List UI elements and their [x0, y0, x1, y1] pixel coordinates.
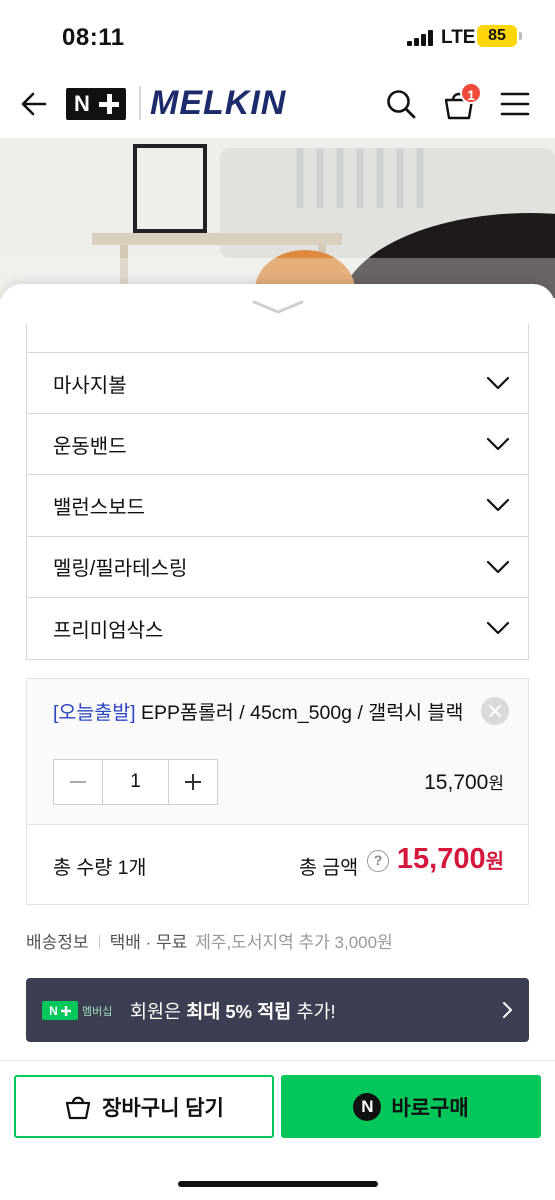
product-page: 08:11 LTE 85 N MELKIN 1 마사지볼 운동밴드 밸런스보드 … [0, 0, 555, 1200]
option-label: 멜링/필라테스링 [53, 558, 188, 581]
total-amount-unit: 원 [485, 851, 504, 873]
add-to-cart-button[interactable]: 장바구니 담기 [14, 1075, 274, 1138]
shipping-label: 배송정보 [26, 933, 89, 952]
brand-logo[interactable]: MELKIN [150, 84, 286, 123]
option-label: 운동밴드 [53, 435, 127, 458]
chevron-down-icon [486, 621, 510, 634]
increase-quantity-button[interactable] [169, 760, 217, 804]
chevron-down-icon [486, 560, 510, 573]
naver-plus-logo[interactable]: N [66, 88, 126, 120]
selected-item-title: [오늘출발] EPP폼롤러 / 45cm_500g / 갤럭시 블랙 [53, 699, 473, 727]
divider [98, 935, 100, 949]
remove-item-icon[interactable] [481, 697, 509, 725]
option-category-exercise-band[interactable]: 운동밴드 [27, 414, 528, 476]
option-category-balance-board[interactable]: 밸런스보드 [27, 475, 528, 537]
total-quantity-value: 1 [117, 857, 129, 879]
naver-plus-mini-logo: N [42, 1001, 78, 1020]
quantity-stepper: 1 [53, 759, 218, 805]
buy-now-label: 바로구매 [391, 1096, 469, 1120]
chevron-right-icon [499, 1001, 515, 1019]
help-question-icon[interactable]: ? [367, 850, 389, 872]
sheet-collapse-handle-icon[interactable] [250, 298, 306, 316]
chevron-down-icon [486, 438, 510, 451]
shopping-bag-icon [66, 1096, 91, 1119]
total-quantity-unit: 개 [128, 857, 147, 879]
product-image [0, 138, 555, 298]
shipping-info: 배송정보 택배 · 무료 제주,도서지역 추가 3,000원 [26, 928, 393, 953]
total-summary: 총 수량 1개 총 금액 ? 15,700원 [27, 825, 528, 904]
total-amount-value: 15,700 [396, 843, 486, 875]
selected-item-price: 15,700원 [424, 769, 504, 795]
option-label: 밸런스보드 [53, 496, 145, 519]
membership-message: 회원은 최대 5% 적립 추가! [130, 998, 336, 1024]
decrease-quantity-button[interactable] [54, 760, 102, 804]
add-to-cart-label: 장바구니 담기 [102, 1096, 224, 1120]
total-quantity: 총 수량 1개 [53, 851, 146, 880]
membership-text-pre: 회원은 [130, 1001, 187, 1022]
same-day-shipping-tag: [오늘출발] [53, 702, 136, 724]
battery-tip [519, 32, 522, 40]
buy-now-button[interactable]: N 바로구매 [281, 1075, 541, 1138]
chevron-down-icon [486, 499, 510, 512]
signal-icon [407, 30, 435, 46]
total-amount-label: 총 금액 [299, 857, 359, 879]
naver-plus-membership-badge: N 멤버십 [42, 1001, 112, 1020]
app-header: N MELKIN 1 [0, 72, 555, 138]
option-category-pilates-ring[interactable]: 멜링/필라테스링 [27, 537, 528, 598]
logo-divider [139, 86, 141, 120]
home-indicator [178, 1181, 378, 1187]
option-label: 프리미엄삭스 [53, 619, 164, 642]
hamburger-menu-icon[interactable] [500, 90, 530, 118]
shipping-extra-fee: 제주,도서지역 추가 3,000원 [195, 933, 393, 952]
quantity-value[interactable]: 1 [102, 760, 169, 804]
cart-count-badge: 1 [460, 82, 482, 104]
status-bar: 08:11 LTE 85 [0, 0, 555, 72]
search-icon[interactable] [385, 88, 417, 120]
naver-pay-icon: N [353, 1092, 382, 1121]
membership-text-highlight: 최대 5% 적립 [186, 1001, 292, 1022]
purchase-action-bar: 장바구니 담기 N 바로구매 [0, 1060, 555, 1200]
price-unit: 원 [488, 774, 504, 793]
membership-text-post: 추가! [291, 1001, 336, 1022]
network-type: LTE [441, 27, 476, 48]
shipping-method: 택배 · 무료 [109, 933, 188, 952]
option-category-massage-ball[interactable]: 마사지볼 [27, 353, 528, 415]
status-time: 08:11 [62, 24, 125, 51]
membership-badge-label: 멤버십 [82, 1005, 113, 1018]
selected-item-price-value: 15,700 [424, 771, 489, 794]
selected-item-card: [오늘출발] EPP폼롤러 / 45cm_500g / 갤럭시 블랙 1 15,… [26, 678, 529, 905]
option-list-stub [27, 324, 528, 353]
total-quantity-label: 총 수량 [53, 857, 118, 879]
option-label: 마사지볼 [53, 374, 127, 397]
total-amount: 15,700원 [397, 843, 504, 876]
option-category-list: 마사지볼 운동밴드 밸런스보드 멜링/필라테스링 프리미엄삭스 [26, 324, 529, 660]
battery-icon: 85 [477, 25, 517, 47]
back-arrow-icon[interactable] [18, 88, 50, 120]
membership-banner[interactable]: N 멤버십 회원은 최대 5% 적립 추가! [26, 978, 529, 1042]
chevron-down-icon [486, 376, 510, 390]
option-category-premium-socks[interactable]: 프리미엄삭스 [27, 598, 528, 659]
selected-item-name: EPP폼롤러 / 45cm_500g / 갤럭시 블랙 [135, 702, 464, 724]
